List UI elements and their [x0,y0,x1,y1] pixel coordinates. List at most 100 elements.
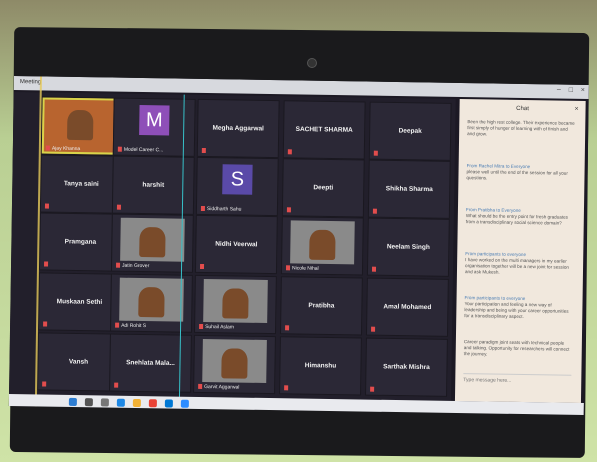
participant-tile-p23[interactable]: Garvit Aggarwal [193,334,276,395]
participant-tile-p25[interactable]: Sarthak Mishra [365,337,448,397]
mic-muted-icon [284,385,289,391]
mic-muted-icon [116,262,121,268]
explorer-icon[interactable] [132,398,141,408]
person-silhouette [139,226,166,258]
mic-muted-icon [199,263,205,270]
participant-name: Nidhi Veerwal [215,240,258,249]
mic-muted-icon [199,323,204,330]
participant-tile-p11[interactable]: Pramgana [38,212,122,272]
mic-muted-icon [43,321,48,327]
minimize-icon[interactable]: – [554,86,564,94]
mic-muted-icon [198,383,203,389]
participant-name: Himanshu [304,362,337,370]
mic-muted-icon [45,145,50,151]
chat-text: What should be the entry point for fresh… [465,213,569,226]
participant-label: Garvit Aggarwal [204,384,240,391]
mic-muted-icon [44,203,50,209]
mic-muted-icon [285,265,291,271]
edge-icon[interactable] [116,398,125,407]
chat-text: please well until the end of the session… [466,169,568,181]
participant-tile-p4[interactable]: SACHET SHARMA [282,100,366,160]
participant-label: Jatin Grover [121,262,150,270]
chat-message: From Rachel Mitra to Everyone please well… [466,163,574,183]
mic-muted-icon [373,150,378,156]
search-icon[interactable] [84,398,93,407]
mic-muted-icon [42,381,47,387]
chat-text: Career paradigm joint seats with technic… [463,339,570,357]
start-icon[interactable] [68,397,77,407]
task-view-icon[interactable] [100,398,109,407]
participant-tile-p13[interactable]: Nidhi Veerwal [194,214,278,275]
participant-name: Deepak [398,127,422,135]
participant-name: Sarthak Mishra [383,363,430,372]
person-silhouette [222,288,249,319]
mic-muted-icon [371,266,377,272]
participant-tile-p21[interactable]: Vansh [37,332,120,392]
participant-name: Megha Aggarwal [212,124,264,133]
chat-message: From participants to everyone I have work… [465,251,573,277]
participant-name: Vansh [68,358,89,366]
participant-name: Muskaan Sethi [56,298,103,306]
video-feed [120,218,185,262]
participant-tile-p6[interactable]: Tanya saini [39,154,123,214]
chat-message: From Pratibha to Everyone What should be … [466,207,574,227]
participant-name: Pratibha [308,302,335,310]
zoom-icon[interactable] [180,399,189,408]
chat-input[interactable]: Type message here... [463,373,572,393]
mic-muted-icon [115,322,120,328]
participant-label: Adi Rohit S [121,322,147,330]
mic-muted-icon [370,386,375,392]
participant-tile-p9[interactable]: Deepti [281,158,365,218]
mic-muted-icon [372,208,377,214]
participant-tile-p8[interactable]: S Siddharth Sahu [195,156,279,217]
mic-muted-icon [114,382,119,388]
person-silhouette [221,348,248,379]
participant-name: SACHET SHARMA [295,125,353,134]
participant-label: Nicole Nihal [291,265,319,272]
participant-label: Model Career C... [123,146,164,154]
chat-text: Been the high rest college. Their experi… [467,119,575,137]
participant-tile-p24[interactable]: Himanshu [279,336,362,396]
participant-label: Siddharth Sahu [206,206,242,213]
participant-tile-p10[interactable]: Shikha Sharma [367,159,451,219]
video-feed [202,339,267,383]
participant-grid: Ajay Khanna M Model Career C... Megha Aggar… [9,91,456,401]
chat-close-icon[interactable]: × [571,106,581,114]
mic-muted-icon [44,261,49,267]
participant-name: Amal Mohamed [383,303,432,312]
participant-tile-p14[interactable]: Nicole Nihal [280,216,364,276]
person-silhouette [138,286,165,318]
participant-tile-p18[interactable]: Suhail Aslam [193,274,277,335]
participant-tile-p20[interactable]: Amal Mohamed [365,277,449,337]
chat-message: Been the high rest college. Their experi… [467,119,575,139]
chat-text: Your participation and feeling a new way… [464,301,569,320]
participant-name: Shikha Sharma [385,185,433,194]
chat-text: I have worked on the multi managers in m… [464,257,570,275]
participant-tile-p1[interactable]: Ajay Khanna [40,96,124,156]
participant-tile-p5[interactable]: Deepak [368,101,452,161]
participant-tile-p15[interactable]: Neelam Singh [366,217,450,277]
video-feed [203,279,268,323]
chat-title: Chat [516,105,529,113]
participant-name: Pramgana [64,238,97,246]
chat-message: From participants to everyone Your partic… [464,295,572,321]
mic-muted-icon [287,149,292,155]
participant-tile-p3[interactable]: Megha Aggarwal [196,98,280,159]
store-icon[interactable] [164,399,173,408]
person-silhouette [309,229,336,260]
person-silhouette [66,110,94,141]
participant-tile-p19[interactable]: Pratibha [279,276,363,336]
participant-name: Neelam Singh [386,243,430,252]
mic-muted-icon [116,204,121,210]
chat-message: Career paradigm joint seats with technic… [464,339,572,359]
participant-label: Suhail Aslam [205,324,235,331]
chrome-icon[interactable] [148,399,157,408]
participant-name: Tanya saini [63,180,99,188]
participant-tile-p16[interactable]: Muskaan Sethi [38,272,121,332]
screen: Meeting – □ × Ajay Khanna M Model Career C… [8,76,589,415]
close-icon[interactable]: × [578,87,588,95]
avatar: S [222,164,253,195]
maximize-icon[interactable]: □ [566,87,576,95]
participant-label: Ajay Khanna [51,145,81,153]
mic-muted-icon [201,147,206,154]
